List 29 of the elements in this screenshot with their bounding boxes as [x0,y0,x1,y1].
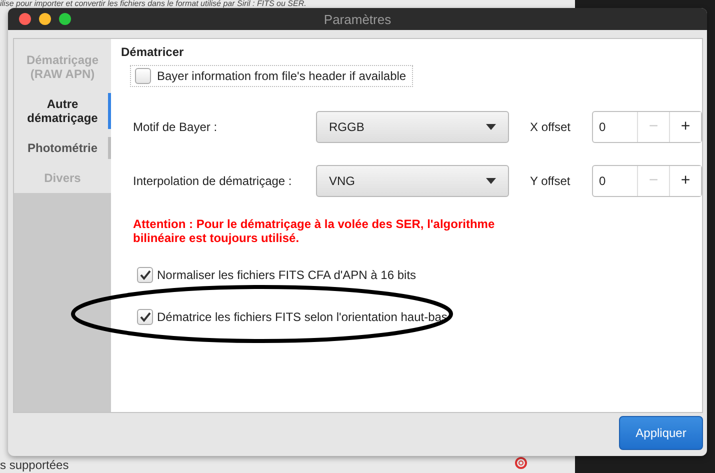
sidebar-tab[interactable]: Photométrie [14,133,111,163]
checkbox-label: Normaliser les fichiers FITS CFA d'APN à 16 bits [157,268,416,282]
sidebar-tab[interactable]: Autre dématriçage [14,89,111,133]
field-label: X offset [530,120,570,134]
close-button[interactable] [19,13,31,25]
maximize-button[interactable] [59,13,71,25]
caret-icon [486,124,496,130]
field-label: Interpolation de dématriçage : [133,174,293,188]
field-label: Y offset [530,174,570,188]
increment-button[interactable]: + [669,112,701,142]
minimize-button[interactable] [39,13,51,25]
dropdown[interactable]: RGGB [316,111,509,143]
dropdown[interactable]: VNG [316,165,509,197]
background-text: s supportées [0,458,69,472]
spin-field[interactable]: 0 − + [592,111,702,143]
warning-text: Attention : Pour le dématriçage à la volée des SER, l'algorithme bilinéaire est toujours utilisé. [133,217,496,245]
spin-field[interactable]: 0 − + [592,165,702,197]
apply-button[interactable]: Appliquer [619,416,703,450]
background-text: ilise pour importer et convertir les fichiers dans le format utilisé par Siril : FITS ou SER. [0,0,306,8]
checkbox[interactable] [135,68,151,84]
checkbox-label: Dématrice les fichiers FITS selon l'orientation haut-bas [157,310,448,324]
increment-button[interactable]: + [669,166,701,196]
caret-icon [486,178,496,184]
section-title: Dématricer [121,45,185,59]
checkbox-label: Bayer information from file's header if available [157,69,406,83]
field-label: Motif de Bayer : [133,120,218,134]
checkbox[interactable] [137,267,153,283]
window-title: Paramètres [324,12,392,26]
checkbox[interactable] [137,309,153,325]
